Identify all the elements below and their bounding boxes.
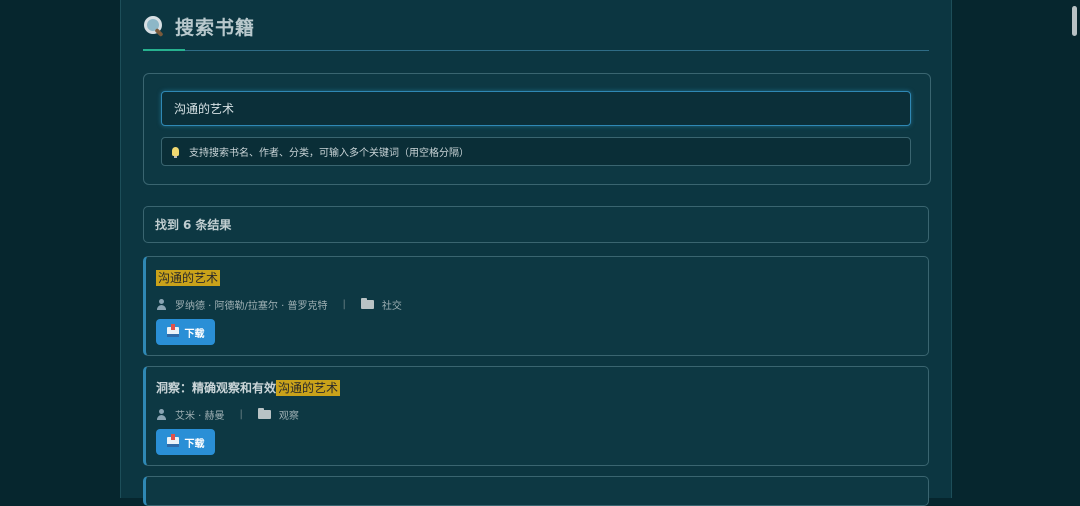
- meta-separator: |: [342, 299, 346, 310]
- book-title-highlight: 沟通的艺术: [156, 270, 221, 286]
- download-button-label: 下载: [184, 438, 205, 450]
- book-category: 社交: [381, 301, 402, 312]
- search-hint: 支持搜索书名、作者、分类，可输入多个关键词（用空格分隔）: [161, 137, 911, 166]
- book-title-text: 洞察：精确观察和有效: [156, 381, 277, 395]
- download-button[interactable]: 下载: [156, 429, 215, 455]
- download-icon: [166, 324, 179, 337]
- magnifier-icon: [143, 15, 165, 38]
- header-divider: [143, 50, 929, 51]
- book-author: 罗纳德 · 阿德勒/拉塞尔 · 普罗克特: [175, 301, 328, 312]
- book-category: 观察: [278, 411, 299, 422]
- book-card: 沟通的艺术 罗纳德 · 阿德勒/拉塞尔 · 普罗克特 | 社交 下载: [143, 256, 929, 356]
- result-count-suffix: 条结果: [195, 218, 232, 232]
- page-title: 搜索书籍: [175, 16, 256, 39]
- scrollbar-thumb[interactable]: [1072, 6, 1077, 36]
- lightbulb-icon: [172, 147, 179, 158]
- search-panel: 搜索书籍 支持搜索书名、作者、分类，可输入多个关键词（用空格分隔） 找到 6 条…: [120, 0, 952, 506]
- search-card: 支持搜索书名、作者、分类，可输入多个关键词（用空格分隔）: [143, 73, 931, 185]
- book-card: 洞察：精确观察和有效 沟通的艺术 艾米 · 赫曼 | 观察 下载: [143, 366, 929, 466]
- result-count-bar: 找到 6 条结果: [143, 206, 929, 243]
- meta-separator: |: [239, 409, 243, 420]
- person-icon: [156, 409, 167, 420]
- book-title[interactable]: 沟通的艺术: [156, 269, 221, 286]
- book-meta: 艾米 · 赫曼 | 观察: [156, 407, 299, 422]
- book-title-highlight: 沟通的艺术: [276, 380, 341, 396]
- folder-icon: [360, 298, 374, 309]
- download-icon: [166, 434, 179, 447]
- page-header: 搜索书籍: [143, 12, 255, 40]
- person-icon: [156, 299, 167, 310]
- result-count-prefix: 找到: [155, 218, 180, 232]
- search-input[interactable]: [161, 91, 911, 126]
- folder-icon: [257, 408, 271, 419]
- book-card-partial: [143, 476, 929, 506]
- header-accent-bar: [143, 49, 185, 51]
- download-button-label: 下载: [184, 328, 205, 340]
- search-hint-text: 支持搜索书名、作者、分类，可输入多个关键词（用空格分隔）: [189, 148, 469, 159]
- book-meta: 罗纳德 · 阿德勒/拉塞尔 · 普罗克特 | 社交: [156, 297, 402, 312]
- result-count-number: 6: [183, 217, 192, 232]
- book-author: 艾米 · 赫曼: [175, 411, 225, 422]
- download-button[interactable]: 下载: [156, 319, 215, 345]
- book-title[interactable]: 洞察：精确观察和有效 沟通的艺术: [156, 379, 341, 396]
